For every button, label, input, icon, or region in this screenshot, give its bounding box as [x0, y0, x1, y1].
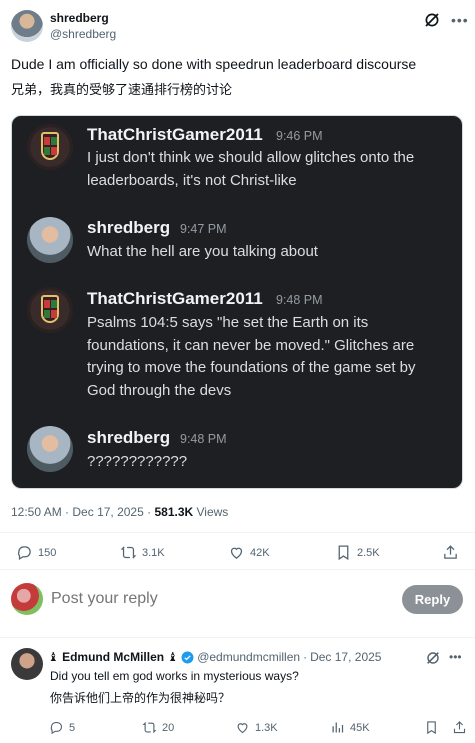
bookmark-action[interactable]: 2.5K: [335, 544, 380, 561]
repost-count: 3.1K: [142, 546, 165, 559]
post-meta: 12:50 AM · Dec 17, 2025 · 581.3K Views: [11, 505, 228, 519]
author-name[interactable]: shredberg: [50, 11, 109, 25]
like-icon: [230, 547, 243, 559]
verified-icon: [181, 651, 194, 663]
author-handle[interactable]: @shredberg: [50, 27, 116, 41]
chat-time: 9:47 PM: [180, 222, 227, 236]
chat-avatar-thatchristgamer: [27, 124, 73, 170]
post-translation: 兄弟，我真的受够了速通排行榜的讨论: [11, 82, 233, 97]
share-icon: [444, 545, 457, 559]
chat-author: ThatChristGamer2011: [87, 289, 263, 308]
views-count: 45K: [350, 721, 370, 734]
repost-icon: [120, 546, 137, 559]
divider: [0, 532, 475, 533]
views-label: Views: [196, 505, 229, 519]
grok-icon[interactable]: [425, 650, 441, 666]
chat-message: I just don't think we should allow glitc…: [87, 149, 415, 189]
reply-icon: [18, 546, 31, 561]
chat-time: 9:48 PM: [180, 432, 227, 446]
reply-date[interactable]: Dec 17, 2025: [310, 650, 381, 664]
chat-avatar-thatchristgamer: [27, 287, 73, 333]
chat-avatar-shredberg: [27, 426, 73, 472]
grok-icon[interactable]: [423, 11, 441, 29]
bookmark-action[interactable]: [424, 720, 444, 735]
like-icon: [237, 723, 248, 734]
chat-author: shredberg: [87, 218, 171, 237]
reply-button[interactable]: Reply: [402, 585, 463, 614]
chat-message: ????????????: [87, 453, 188, 470]
divider: [0, 569, 475, 570]
chat-author: shredberg: [87, 428, 171, 447]
views-action[interactable]: 45K: [330, 720, 370, 735]
post-time[interactable]: 12:50 AM: [11, 505, 62, 519]
chat-time: 9:48 PM: [276, 293, 323, 307]
reply-author-name[interactable]: ♝ Edmund McMillen ♝: [48, 650, 178, 664]
post-text: Dude I am officially so done with speedr…: [11, 56, 417, 72]
reply-icon: [50, 721, 63, 735]
share-action[interactable]: [452, 720, 472, 735]
post-image[interactable]: ThatChristGamer2011 9:46 PM I just don't…: [11, 115, 463, 489]
reply-count: 5: [69, 721, 76, 734]
like-count: 1.3K: [255, 721, 278, 734]
reply-author-avatar[interactable]: [11, 648, 43, 680]
share-icon: [453, 721, 466, 734]
meta-separator: ·: [65, 505, 70, 519]
more-icon[interactable]: •••: [451, 12, 469, 28]
views-count: 581.3K: [154, 505, 194, 519]
reply-translation: 你告诉他们上帝的作为很神秘吗？: [50, 691, 231, 705]
reply-count: 150: [38, 546, 57, 559]
reply-input[interactable]: [51, 590, 371, 608]
bookmark-icon: [338, 545, 349, 561]
reply-text: Did you tell em god works in mysterious …: [50, 669, 299, 683]
reply-separator: ·: [303, 650, 308, 664]
reply-header: ♝ Edmund McMillen ♝ @edmundmcmillen · De…: [48, 650, 381, 664]
repost-action[interactable]: 20: [142, 720, 174, 735]
reply-author-handle[interactable]: @edmundmcmillen: [197, 650, 300, 664]
bookmark-icon: [427, 721, 436, 735]
post-date[interactable]: Dec 17, 2025: [72, 505, 143, 519]
chat-message: What the hell are you talking about: [87, 243, 318, 260]
chat-avatar-shredberg: [27, 217, 73, 263]
like-action[interactable]: 42K: [228, 544, 270, 561]
chat-time: 9:46 PM: [276, 129, 323, 143]
current-user-avatar[interactable]: [11, 583, 43, 615]
chat-message: Psalms 104:5 says "he set the Earth on i…: [87, 314, 416, 399]
like-count: 42K: [250, 546, 270, 559]
repost-action[interactable]: 3.1K: [120, 544, 165, 561]
bookmark-count: 2.5K: [357, 546, 380, 559]
reply-action[interactable]: 5: [49, 720, 75, 735]
share-action[interactable]: [442, 544, 464, 561]
repost-count: 20: [162, 721, 175, 734]
like-action[interactable]: 1.3K: [235, 720, 278, 735]
chat-author: ThatChristGamer2011: [87, 125, 263, 144]
divider: [0, 637, 475, 638]
repost-icon: [142, 722, 157, 733]
meta-separator: ·: [147, 505, 152, 519]
author-avatar[interactable]: [11, 10, 43, 42]
more-icon[interactable]: •••: [449, 650, 462, 664]
reply-action[interactable]: 150: [16, 544, 56, 561]
views-icon: [332, 722, 344, 733]
